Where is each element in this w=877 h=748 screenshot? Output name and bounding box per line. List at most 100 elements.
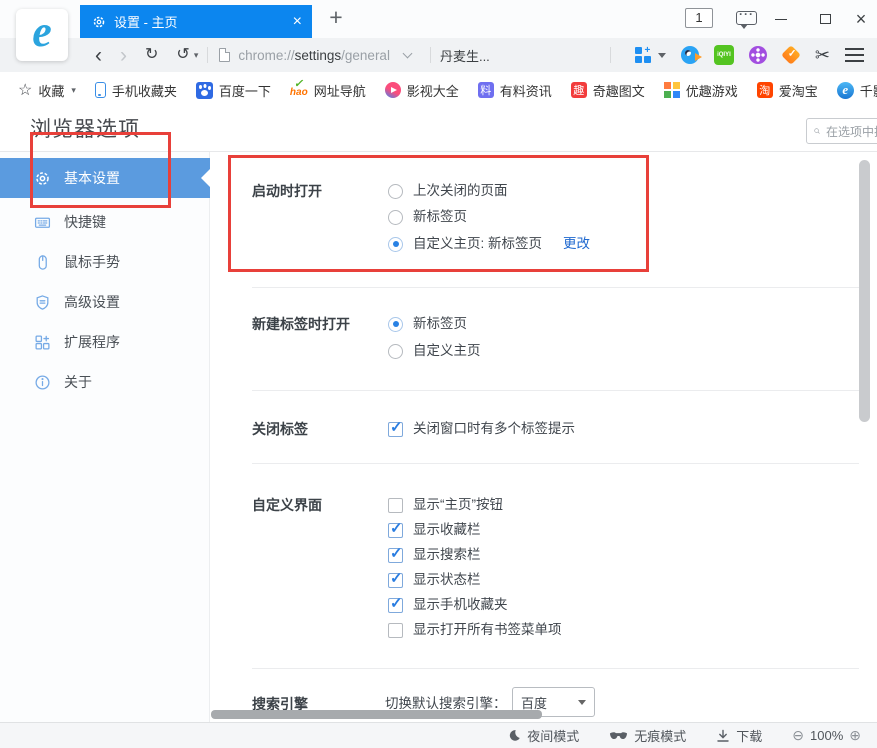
checkbox-multi-tab-warning[interactable]: 关闭窗口时有多个标签提示: [388, 421, 575, 437]
download-button[interactable]: 下载: [716, 726, 762, 745]
radio-icon-selected[interactable]: [388, 317, 403, 332]
vip-extension-icon[interactable]: [781, 45, 801, 65]
sidebar-item-about[interactable]: 关于: [0, 362, 210, 402]
radio-icon[interactable]: [388, 344, 403, 359]
bookmark-taobao[interactable]: 淘 爱淘宝: [757, 81, 818, 100]
option-label: 上次关闭的页面: [413, 183, 508, 199]
section-divider: [252, 287, 859, 288]
refresh-button[interactable]: ↻: [145, 47, 158, 63]
settings-search-input[interactable]: 在选项中搜索: [806, 118, 877, 144]
sidebar-item-basic-settings[interactable]: 基本设置: [0, 158, 210, 198]
checkbox-icon-checked[interactable]: [388, 422, 403, 437]
star-icon: ☆: [18, 80, 32, 100]
checkbox-show-open-all-bookmarks[interactable]: 显示打开所有书签菜单项: [388, 622, 562, 638]
zoom-out-button[interactable]: ⊖: [792, 727, 804, 744]
option-label: 自定义主页: [413, 343, 481, 359]
download-icon: [716, 729, 730, 743]
bookmark-hao123[interactable]: hao 网址导航: [290, 81, 366, 100]
zoom-in-button[interactable]: ⊕: [849, 727, 861, 744]
feedback-icon[interactable]: [736, 11, 757, 25]
favorites-dropdown-caret[interactable]: ▾: [71, 85, 76, 96]
incognito-mode-toggle[interactable]: 无痕模式: [609, 726, 686, 745]
sidebar-item-label: 高级设置: [64, 292, 120, 312]
apps-grid-icon[interactable]: +: [635, 47, 651, 63]
radio-option-custom-homepage[interactable]: 自定义主页: 新标签页: [388, 236, 542, 252]
radio-option-newtab-newtabpage[interactable]: 新标签页: [388, 316, 467, 332]
section-divider: [252, 463, 859, 464]
bookmark-label: 网址导航: [314, 81, 366, 100]
favorites-button[interactable]: ☆ 收藏 ▾: [18, 80, 76, 100]
night-mode-toggle[interactable]: 夜间模式: [508, 726, 579, 745]
radio-icon-selected[interactable]: [388, 237, 403, 252]
checkbox-icon-checked[interactable]: [388, 573, 403, 588]
sidebar-item-advanced-settings[interactable]: 高级设置: [0, 282, 210, 322]
radio-option-newtab-custom[interactable]: 自定义主页: [388, 343, 481, 359]
option-label: 显示状态栏: [413, 572, 481, 588]
radio-option-new-tab-page[interactable]: 新标签页: [388, 209, 467, 225]
checkbox-icon-checked[interactable]: [388, 523, 403, 538]
bookmark-video[interactable]: 影视大全: [385, 81, 459, 100]
menu-icon[interactable]: [845, 48, 864, 50]
maximize-button[interactable]: [806, 0, 844, 38]
option-label: 显示收藏栏: [413, 522, 481, 538]
bookmark-baidu[interactable]: 百度一下: [196, 81, 271, 100]
new-tab-button[interactable]: +: [322, 4, 350, 31]
bookmark-label: 有料资讯: [500, 81, 552, 100]
forward-button[interactable]: ›: [120, 45, 127, 66]
option-label: 显示打开所有书签菜单项: [413, 622, 562, 638]
bookmark-phone-favorites[interactable]: 手机收藏夹: [95, 81, 177, 100]
sidebar-item-shortcuts[interactable]: 快捷键: [0, 202, 210, 242]
radio-icon[interactable]: [388, 210, 403, 225]
bookmark-fun-pics[interactable]: 趣 奇趣图文: [571, 81, 645, 100]
media-extension-icon[interactable]: [749, 46, 767, 64]
close-window-button[interactable]: ×: [842, 0, 877, 38]
iqiyi-extension-icon[interactable]: iQIYI: [714, 45, 734, 65]
section-label-startup: 启动时打开: [252, 183, 322, 199]
toolbar-extensions: + iQIYI ✂: [601, 45, 877, 65]
section-label-custom-ui: 自定义界面: [252, 497, 322, 513]
bookmark-games[interactable]: 优趣游戏: [664, 81, 738, 100]
bookmark-label: 千影9块9包邮: [860, 81, 877, 100]
sidebar-item-extensions[interactable]: 扩展程序: [0, 322, 210, 362]
checkbox-show-status-bar[interactable]: 显示状态栏: [388, 572, 481, 588]
checkbox-show-bookmarks-bar[interactable]: 显示收藏栏: [388, 522, 481, 538]
sidebar-item-mouse-gestures[interactable]: 鼠标手势: [0, 242, 210, 282]
address-dropdown-icon[interactable]: [403, 49, 413, 59]
bookmark-label: 收藏: [38, 81, 64, 100]
search-box-text[interactable]: 丹麦生...: [440, 46, 490, 65]
parrot-extension-icon[interactable]: [681, 46, 699, 64]
bookmark-news[interactable]: 料 有料资讯: [478, 81, 552, 100]
undo-close-button[interactable]: ↺: [176, 47, 189, 63]
bookmarks-bar: ☆ 收藏 ▾ 手机收藏夹 百度一下 hao 网址导航 影视大全 料 有料资讯 趣…: [0, 72, 877, 108]
screenshot-scissors-icon[interactable]: ✂: [815, 46, 830, 64]
checkbox-icon-checked[interactable]: [388, 598, 403, 613]
checkbox-icon[interactable]: [388, 498, 403, 513]
toolbar: ‹ › ↻ ↺ ▾ chrome://settings/general 丹麦生.…: [0, 38, 877, 72]
url-scheme: chrome://: [238, 48, 294, 63]
checkbox-show-search-bar[interactable]: 显示搜索栏: [388, 547, 481, 563]
gear-icon: [34, 170, 51, 187]
bookmark-label: 百度一下: [219, 81, 271, 100]
address-bar[interactable]: chrome://settings/general: [238, 48, 390, 63]
tab-count-badge[interactable]: 1: [685, 8, 713, 28]
tab-close-icon[interactable]: ×: [293, 14, 302, 30]
toolbar-separator: [207, 47, 208, 63]
sidebar-item-label: 关于: [64, 372, 92, 392]
bookmark-qianying[interactable]: e 千影9块9包邮: [837, 81, 877, 100]
checkbox-icon-checked[interactable]: [388, 548, 403, 563]
checkbox-icon[interactable]: [388, 623, 403, 638]
phone-icon: [95, 82, 106, 98]
active-tab[interactable]: 设置 - 主页 ×: [80, 5, 312, 38]
minimize-button[interactable]: [762, 0, 800, 38]
vertical-scrollbar-thumb[interactable]: [859, 160, 870, 422]
page-document-icon: [219, 48, 230, 62]
apps-dropdown-caret[interactable]: [658, 53, 666, 58]
radio-option-last-closed[interactable]: 上次关闭的页面: [388, 183, 508, 199]
checkbox-show-home-button[interactable]: 显示“主页”按钮: [388, 497, 503, 513]
radio-icon[interactable]: [388, 184, 403, 199]
undo-dropdown-caret[interactable]: ▾: [194, 50, 199, 61]
change-homepage-link[interactable]: 更改: [563, 236, 590, 252]
back-button[interactable]: ‹: [95, 45, 102, 66]
checkbox-show-phone-favorites[interactable]: 显示手机收藏夹: [388, 597, 508, 613]
horizontal-scrollbar-thumb[interactable]: [211, 710, 542, 719]
